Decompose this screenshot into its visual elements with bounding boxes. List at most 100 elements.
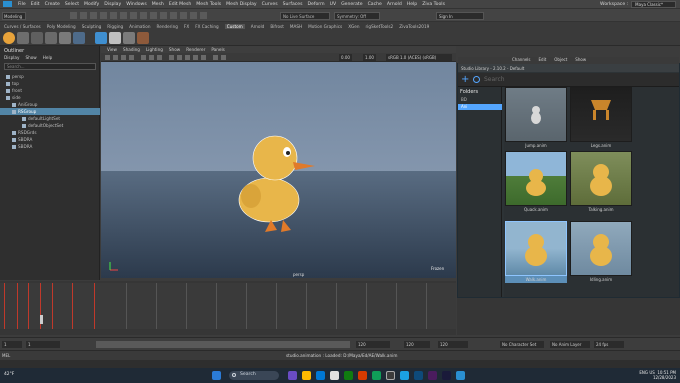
- chrome-icon[interactable]: [372, 371, 381, 380]
- start-time-field[interactable]: 1: [2, 341, 22, 348]
- menu-edit[interactable]: Edit: [31, 2, 40, 7]
- workspace-dropdown[interactable]: Maya Classic*: [631, 1, 676, 8]
- shelf-tab[interactable]: Poly Modeling: [47, 24, 76, 29]
- menu-surfaces[interactable]: Surfaces: [283, 2, 303, 7]
- app-icon[interactable]: [400, 371, 409, 380]
- menu-windows[interactable]: Windows: [126, 2, 147, 7]
- outliner-menu-display[interactable]: Display: [4, 55, 19, 60]
- live-surface-field[interactable]: No Live Surface: [280, 12, 330, 20]
- shelf-tab[interactable]: XGen: [348, 24, 359, 29]
- shelf-tab[interactable]: Motion Graphics: [308, 24, 342, 29]
- shelf-tab[interactable]: FX Caching: [195, 24, 219, 29]
- mel-label[interactable]: MEL: [2, 353, 10, 358]
- anim-item[interactable]: Jump.anim: [505, 87, 567, 149]
- outliner-menu-show[interactable]: Show: [25, 55, 36, 60]
- shelf-tab[interactable]: Arnold: [251, 24, 265, 29]
- object-menu[interactable]: Object: [554, 57, 567, 64]
- outliner-item[interactable]: AniGroup: [0, 101, 100, 108]
- shelf-tab[interactable]: ZivaTools2019: [399, 24, 429, 29]
- select-object-icon[interactable]: [130, 12, 137, 19]
- fps-dropdown[interactable]: 24 fps: [594, 341, 624, 348]
- script-tool-icon[interactable]: [73, 32, 85, 44]
- app-icon[interactable]: [358, 371, 367, 380]
- anim-item[interactable]: Talking.anim: [570, 151, 632, 213]
- snap-point-icon[interactable]: [170, 12, 177, 19]
- outliner-item[interactable]: persp: [0, 73, 100, 80]
- edit-menu[interactable]: Edit: [539, 57, 547, 64]
- menu-curves[interactable]: Curves: [262, 2, 278, 7]
- playback-end-field[interactable]: 120: [356, 341, 390, 348]
- menu-arnold[interactable]: Arnold: [387, 2, 402, 7]
- smooth-shade-icon[interactable]: [177, 55, 182, 60]
- menu-set-dropdown[interactable]: Modeling: [2, 12, 26, 20]
- menu-file[interactable]: File: [18, 2, 26, 7]
- duck-character[interactable]: [229, 118, 329, 238]
- brush-tool-icon[interactable]: [137, 32, 149, 44]
- shelf-tab[interactable]: Curves / Surfaces: [4, 24, 41, 29]
- pose-tool-icon[interactable]: [109, 32, 121, 44]
- film-gate-icon[interactable]: [149, 55, 154, 60]
- save-scene-icon[interactable]: [90, 12, 97, 19]
- camera-select-icon[interactable]: [105, 55, 110, 60]
- file-explorer-icon[interactable]: [302, 371, 311, 380]
- redo-icon[interactable]: [110, 12, 117, 19]
- app-icon[interactable]: [386, 371, 395, 380]
- graph-tool-icon[interactable]: [123, 32, 135, 44]
- anim-item[interactable]: Quack.anim: [505, 151, 567, 213]
- playhead[interactable]: [40, 315, 43, 324]
- menu-help[interactable]: Help: [407, 2, 417, 7]
- render-icon[interactable]: [180, 12, 187, 19]
- outliner-search-input[interactable]: Search...: [4, 63, 96, 70]
- viewport-panel[interactable]: View Shading Lighting Show Renderer Pane…: [101, 46, 456, 278]
- anim-item[interactable]: Idling.anim: [570, 221, 632, 283]
- menu-edit-mesh[interactable]: Edit Mesh: [169, 2, 191, 7]
- exposure-field[interactable]: 1.00: [363, 54, 376, 61]
- menu-deform[interactable]: Deform: [308, 2, 325, 7]
- symmetry-dropdown[interactable]: Symmetry: Off: [334, 12, 380, 20]
- open-scene-icon[interactable]: [80, 12, 87, 19]
- current-frame-field[interactable]: 120: [438, 341, 468, 348]
- character-set-dropdown[interactable]: No Character Set: [500, 341, 544, 348]
- outliner-item[interactable]: defaultLightSet: [0, 115, 100, 122]
- camera-attr-icon[interactable]: [113, 55, 118, 60]
- anim-item-selected[interactable]: Walk.anim: [505, 221, 567, 283]
- viewport-menu-shading[interactable]: Shading: [123, 47, 140, 52]
- isolate-icon[interactable]: [221, 55, 226, 60]
- premiere-icon[interactable]: [428, 371, 437, 380]
- rig-tool-icon[interactable]: [45, 32, 57, 44]
- new-scene-icon[interactable]: [70, 12, 77, 19]
- viewport-menu-view[interactable]: View: [107, 47, 117, 52]
- library-search-input[interactable]: Search: [484, 76, 505, 83]
- resolution-gate-icon[interactable]: [157, 55, 162, 60]
- viewport-menu-renderer[interactable]: Renderer: [186, 47, 205, 52]
- taskbar-search[interactable]: Search: [229, 371, 279, 380]
- color-space-dropdown[interactable]: sRGB 1.0 (ACES) (sRGB): [386, 54, 452, 61]
- add-item-icon[interactable]: +: [461, 74, 469, 86]
- menu-create[interactable]: Create: [45, 2, 60, 7]
- image-plane-icon[interactable]: [129, 55, 134, 60]
- outliner-item[interactable]: defaultObjectSet: [0, 122, 100, 129]
- edge-icon[interactable]: [316, 371, 325, 380]
- menu-mesh-tools[interactable]: Mesh Tools: [196, 2, 221, 7]
- select-hierarchy-icon[interactable]: [120, 12, 127, 19]
- show-menu[interactable]: Show: [575, 57, 586, 64]
- folder-item[interactable]: BD: [458, 97, 502, 103]
- photoshop-icon[interactable]: [414, 371, 423, 380]
- mirror-tool-icon[interactable]: [59, 32, 71, 44]
- menu-uv[interactable]: UV: [330, 2, 337, 7]
- bookmark-icon[interactable]: [121, 55, 126, 60]
- clock-date[interactable]: 12/28/2023: [653, 375, 676, 380]
- outliner-item[interactable]: front: [0, 87, 100, 94]
- select-component-icon[interactable]: [140, 12, 147, 19]
- menu-generate[interactable]: Generate: [341, 2, 362, 7]
- shelf-tab[interactable]: FX: [184, 24, 189, 29]
- xray-icon[interactable]: [213, 55, 218, 60]
- textured-icon[interactable]: [185, 55, 190, 60]
- folder-item-selected[interactable]: Ani: [458, 104, 502, 110]
- outliner-item[interactable]: RSDGrds: [0, 129, 100, 136]
- outliner-item[interactable]: top: [0, 80, 100, 87]
- sphere-tool-icon[interactable]: [3, 32, 15, 44]
- timeline-track[interactable]: [0, 283, 456, 329]
- shelf-tab[interactable]: MASH: [290, 24, 302, 29]
- system-tray[interactable]: ENG US 10:51 PM 12/28/2023: [639, 370, 676, 380]
